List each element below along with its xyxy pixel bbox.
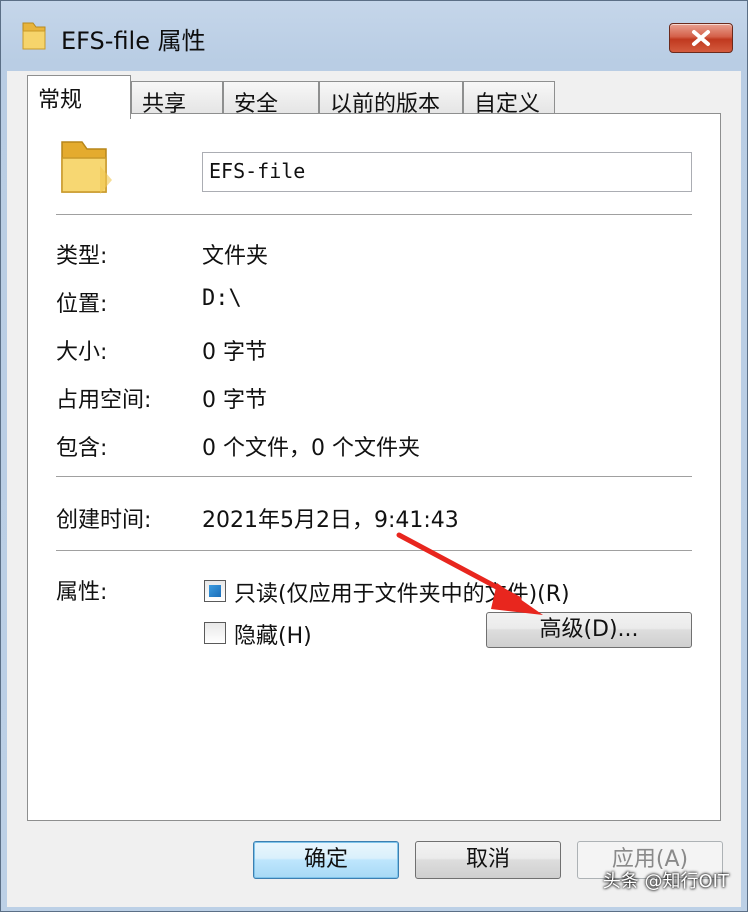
disk-size-value: 0 字节 <box>202 388 267 413</box>
advanced-button[interactable]: 高级(D)... <box>486 612 692 648</box>
contains-value: 0 个文件，0 个文件夹 <box>202 436 420 461</box>
tab-security[interactable]: 安全 <box>223 81 319 117</box>
contains-label: 包含: <box>56 436 108 461</box>
type-label: 类型: <box>56 244 108 269</box>
location-label: 位置: <box>56 292 108 317</box>
readonly-label[interactable]: 只读(仅应用于文件夹中的文件)(R) <box>234 576 570 608</box>
tab-sharing[interactable]: 共享 <box>131 81 223 117</box>
close-icon <box>692 30 710 46</box>
title-bar[interactable]: EFS-file 属性 <box>1 1 747 71</box>
cancel-button[interactable]: 取消 <box>415 841 561 879</box>
created-label: 创建时间: <box>56 508 152 533</box>
watermark: 头条 @知行OIT <box>602 871 729 892</box>
tab-previous-versions[interactable]: 以前的版本 <box>319 81 463 117</box>
location-value: D:\ <box>202 286 242 311</box>
attributes-label: 属性: <box>56 580 108 605</box>
readonly-checkbox[interactable] <box>204 580 226 602</box>
folder-icon <box>61 141 112 194</box>
properties-window: EFS-file 属性 常规 共享 安全 以前的版本 自定义 EFS-file … <box>0 0 748 912</box>
hidden-label[interactable]: 隐藏(H) <box>234 618 312 650</box>
hidden-checkbox[interactable] <box>204 622 226 644</box>
close-button[interactable] <box>669 23 733 53</box>
separator <box>56 476 692 477</box>
disk-size-label: 占用空间: <box>56 388 152 413</box>
separator <box>56 550 692 551</box>
tab-general[interactable]: 常规 <box>27 75 131 119</box>
size-value: 0 字节 <box>202 340 267 365</box>
created-value: 2021年5月2日，9:41:43 <box>202 508 459 533</box>
ok-button[interactable]: 确定 <box>253 841 399 879</box>
type-value: 文件夹 <box>202 244 269 269</box>
folder-name-input[interactable]: EFS-file <box>202 152 692 192</box>
window-title: EFS-file 属性 <box>61 27 206 55</box>
separator <box>56 214 692 215</box>
general-panel: EFS-file 类型: 文件夹 位置: D:\ 大小: 0 字节 占用空间: … <box>27 113 721 821</box>
folder-icon <box>22 22 46 50</box>
size-label: 大小: <box>56 340 108 365</box>
dialog-client: 常规 共享 安全 以前的版本 自定义 EFS-file 类型: 文件夹 位置: … <box>7 71 741 907</box>
tab-customize[interactable]: 自定义 <box>463 81 555 117</box>
